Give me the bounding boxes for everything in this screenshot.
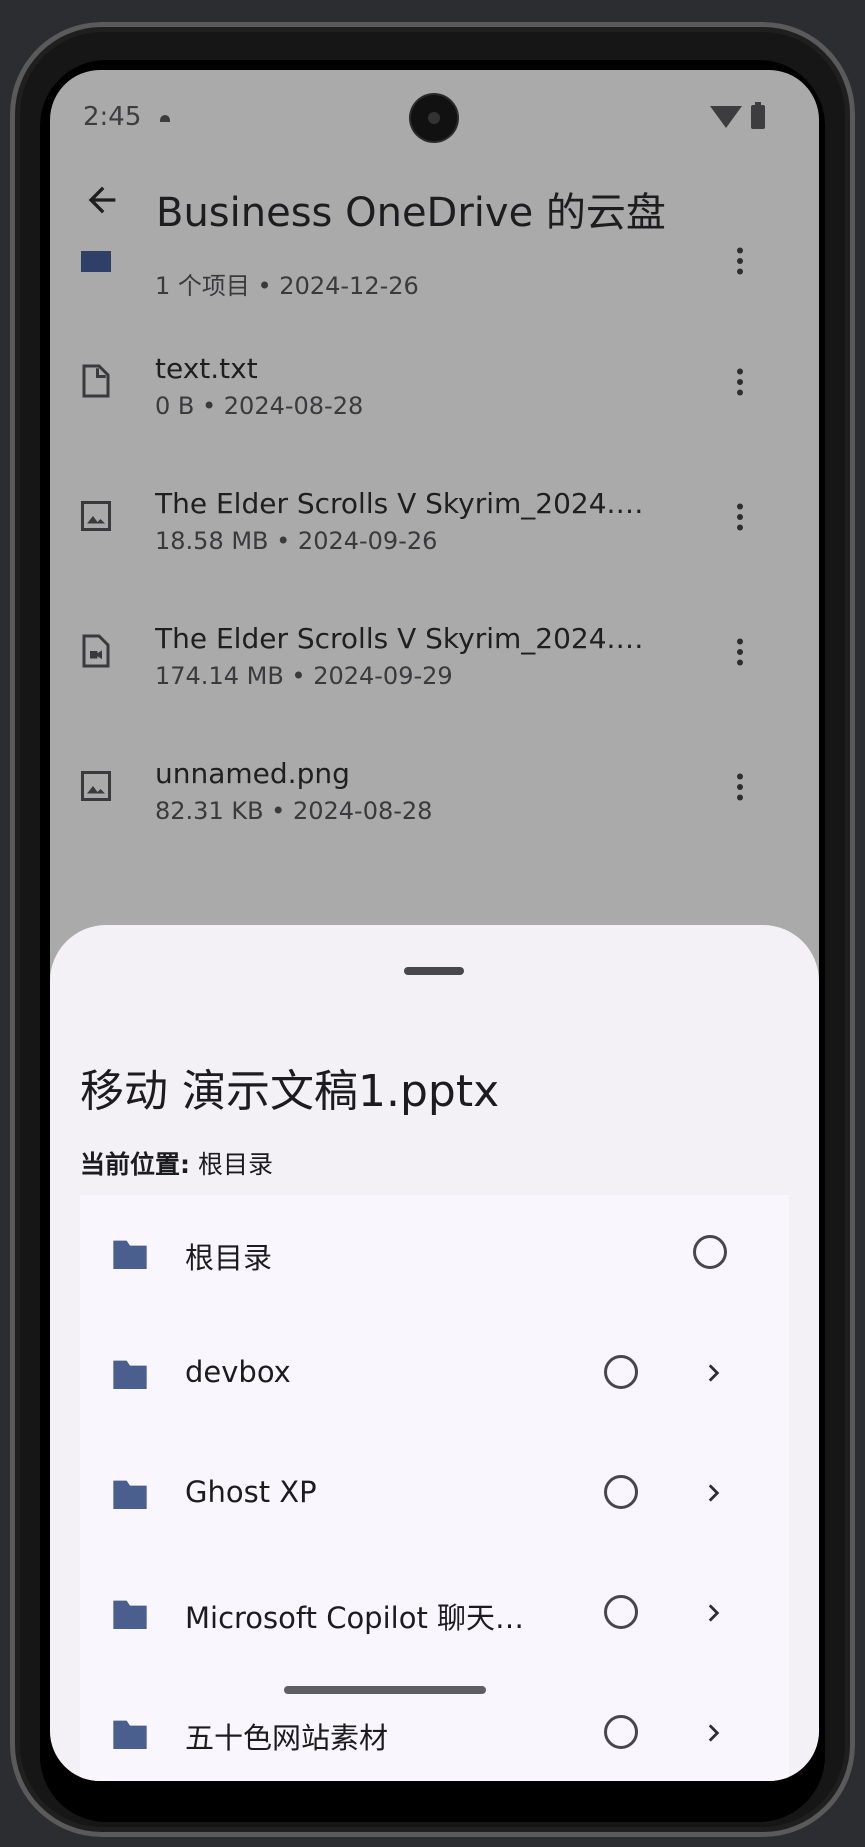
list-item[interactable]: The Elder Scrolls V Skyrim_2024.0… 18.58… xyxy=(50,451,819,585)
folder-row[interactable]: devbox xyxy=(80,1315,789,1435)
list-item[interactable]: text.txt 0 B • 2024-08-28 xyxy=(50,316,819,450)
more-vert-icon[interactable] xyxy=(722,241,758,281)
radio-button[interactable] xyxy=(604,1715,638,1749)
file-icon xyxy=(82,364,110,398)
list-item[interactable]: unnamed.png 82.31 KB • 2024-08-28 xyxy=(50,721,819,855)
file-meta: 174.14 MB • 2024-09-29 xyxy=(155,662,453,690)
file-name: text.txt xyxy=(155,352,258,385)
radio-button[interactable] xyxy=(693,1235,727,1269)
file-meta: 1 个项目 • 2024-12-26 xyxy=(155,272,419,300)
file-meta: 18.58 MB • 2024-09-26 xyxy=(155,527,438,555)
file-meta: 82.31 KB • 2024-08-28 xyxy=(155,797,433,825)
more-vert-icon[interactable] xyxy=(722,632,758,672)
drag-handle[interactable] xyxy=(404,967,464,975)
front-camera xyxy=(411,95,457,141)
folder-row[interactable]: Ghost XP xyxy=(80,1435,789,1555)
move-bottom-sheet: 移动 演示文稿1.pptx 当前位置: 根目录 根目录 devbox Ghost… xyxy=(50,925,819,1781)
gesture-nav-bar[interactable] xyxy=(284,1686,486,1694)
folder-name: 五十色网站素材 xyxy=(185,1721,389,1755)
chevron-right-icon[interactable] xyxy=(700,1719,726,1747)
file-name: The Elder Scrolls V Skyrim_2024.0… xyxy=(155,487,660,520)
folder-icon xyxy=(113,1600,147,1629)
back-arrow-icon[interactable] xyxy=(82,180,122,220)
location-label: 当前位置: xyxy=(80,1150,190,1179)
image-icon xyxy=(81,771,111,801)
video-file-icon xyxy=(82,634,110,668)
folder-name: devbox xyxy=(185,1355,291,1389)
chevron-right-icon[interactable] xyxy=(700,1479,726,1507)
radio-button[interactable] xyxy=(604,1355,638,1389)
folder-icon xyxy=(113,1480,147,1509)
file-name: unnamed.png xyxy=(155,757,350,790)
wifi-icon xyxy=(710,106,742,128)
folder-icon xyxy=(113,1720,147,1749)
current-location: 当前位置: 根目录 xyxy=(80,1145,273,1181)
location-value: 根目录 xyxy=(197,1150,273,1179)
radio-button[interactable] xyxy=(604,1595,638,1629)
folder-icon xyxy=(113,1360,147,1389)
folder-row[interactable]: 根目录 xyxy=(80,1195,789,1315)
screen: 2:45 Business OneDrive 的云盘 1 个项目 • 2024-… xyxy=(50,70,819,1781)
chevron-right-icon[interactable] xyxy=(700,1359,726,1387)
radio-button[interactable] xyxy=(604,1475,638,1509)
image-icon xyxy=(81,501,111,531)
folder-name: Microsoft Copilot 聊天… xyxy=(185,1601,525,1635)
folder-icon xyxy=(81,251,111,272)
more-vert-icon[interactable] xyxy=(722,767,758,807)
more-vert-icon[interactable] xyxy=(722,362,758,402)
file-meta: 0 B • 2024-08-28 xyxy=(155,392,364,420)
status-time: 2:45 xyxy=(83,102,142,132)
folder-row[interactable]: Microsoft Copilot 聊天… xyxy=(80,1555,789,1675)
more-vert-icon[interactable] xyxy=(722,497,758,537)
folder-name: Ghost XP xyxy=(185,1475,317,1509)
battery-icon xyxy=(751,102,765,129)
sheet-title: 移动 演示文稿1.pptx xyxy=(80,1066,500,1117)
list-item[interactable]: The Elder Scrolls V Skyrim_2024.0… 174.1… xyxy=(50,586,819,720)
chevron-right-icon[interactable] xyxy=(700,1599,726,1627)
file-name: The Elder Scrolls V Skyrim_2024.0… xyxy=(155,622,660,655)
notification-icon xyxy=(160,115,170,122)
folder-icon xyxy=(113,1240,147,1269)
folder-name: 根目录 xyxy=(185,1241,273,1275)
page-title: Business OneDrive 的云盘 xyxy=(156,190,666,236)
